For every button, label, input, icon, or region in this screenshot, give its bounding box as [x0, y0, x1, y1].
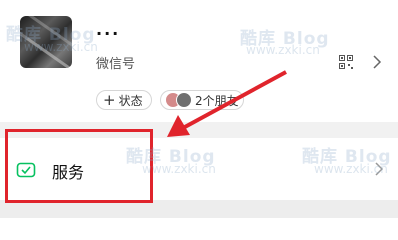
status-button-label: 状态	[118, 93, 143, 108]
friends-count-label: 2个朋友	[195, 93, 239, 108]
wechat-id-label: 微信号	[96, 57, 136, 72]
watermark: www.zxki.cn	[24, 40, 98, 54]
chevron-right-icon[interactable]	[372, 55, 382, 69]
watermark: www.zxki.cn	[314, 162, 388, 176]
qr-code-icon[interactable]	[339, 55, 353, 69]
plus-icon: +	[103, 91, 116, 109]
watermark: www.zxki.cn	[246, 43, 320, 57]
watermark: www.zxki.cn	[142, 162, 216, 176]
profile-card[interactable]: ... 微信号 + 状态 2个朋友	[0, 0, 398, 122]
add-status-button[interactable]: + 状态	[96, 90, 152, 110]
nickname: ...	[96, 20, 121, 39]
friend-avatar-icon	[176, 92, 192, 108]
friends-status-button[interactable]: 2个朋友	[160, 90, 244, 110]
